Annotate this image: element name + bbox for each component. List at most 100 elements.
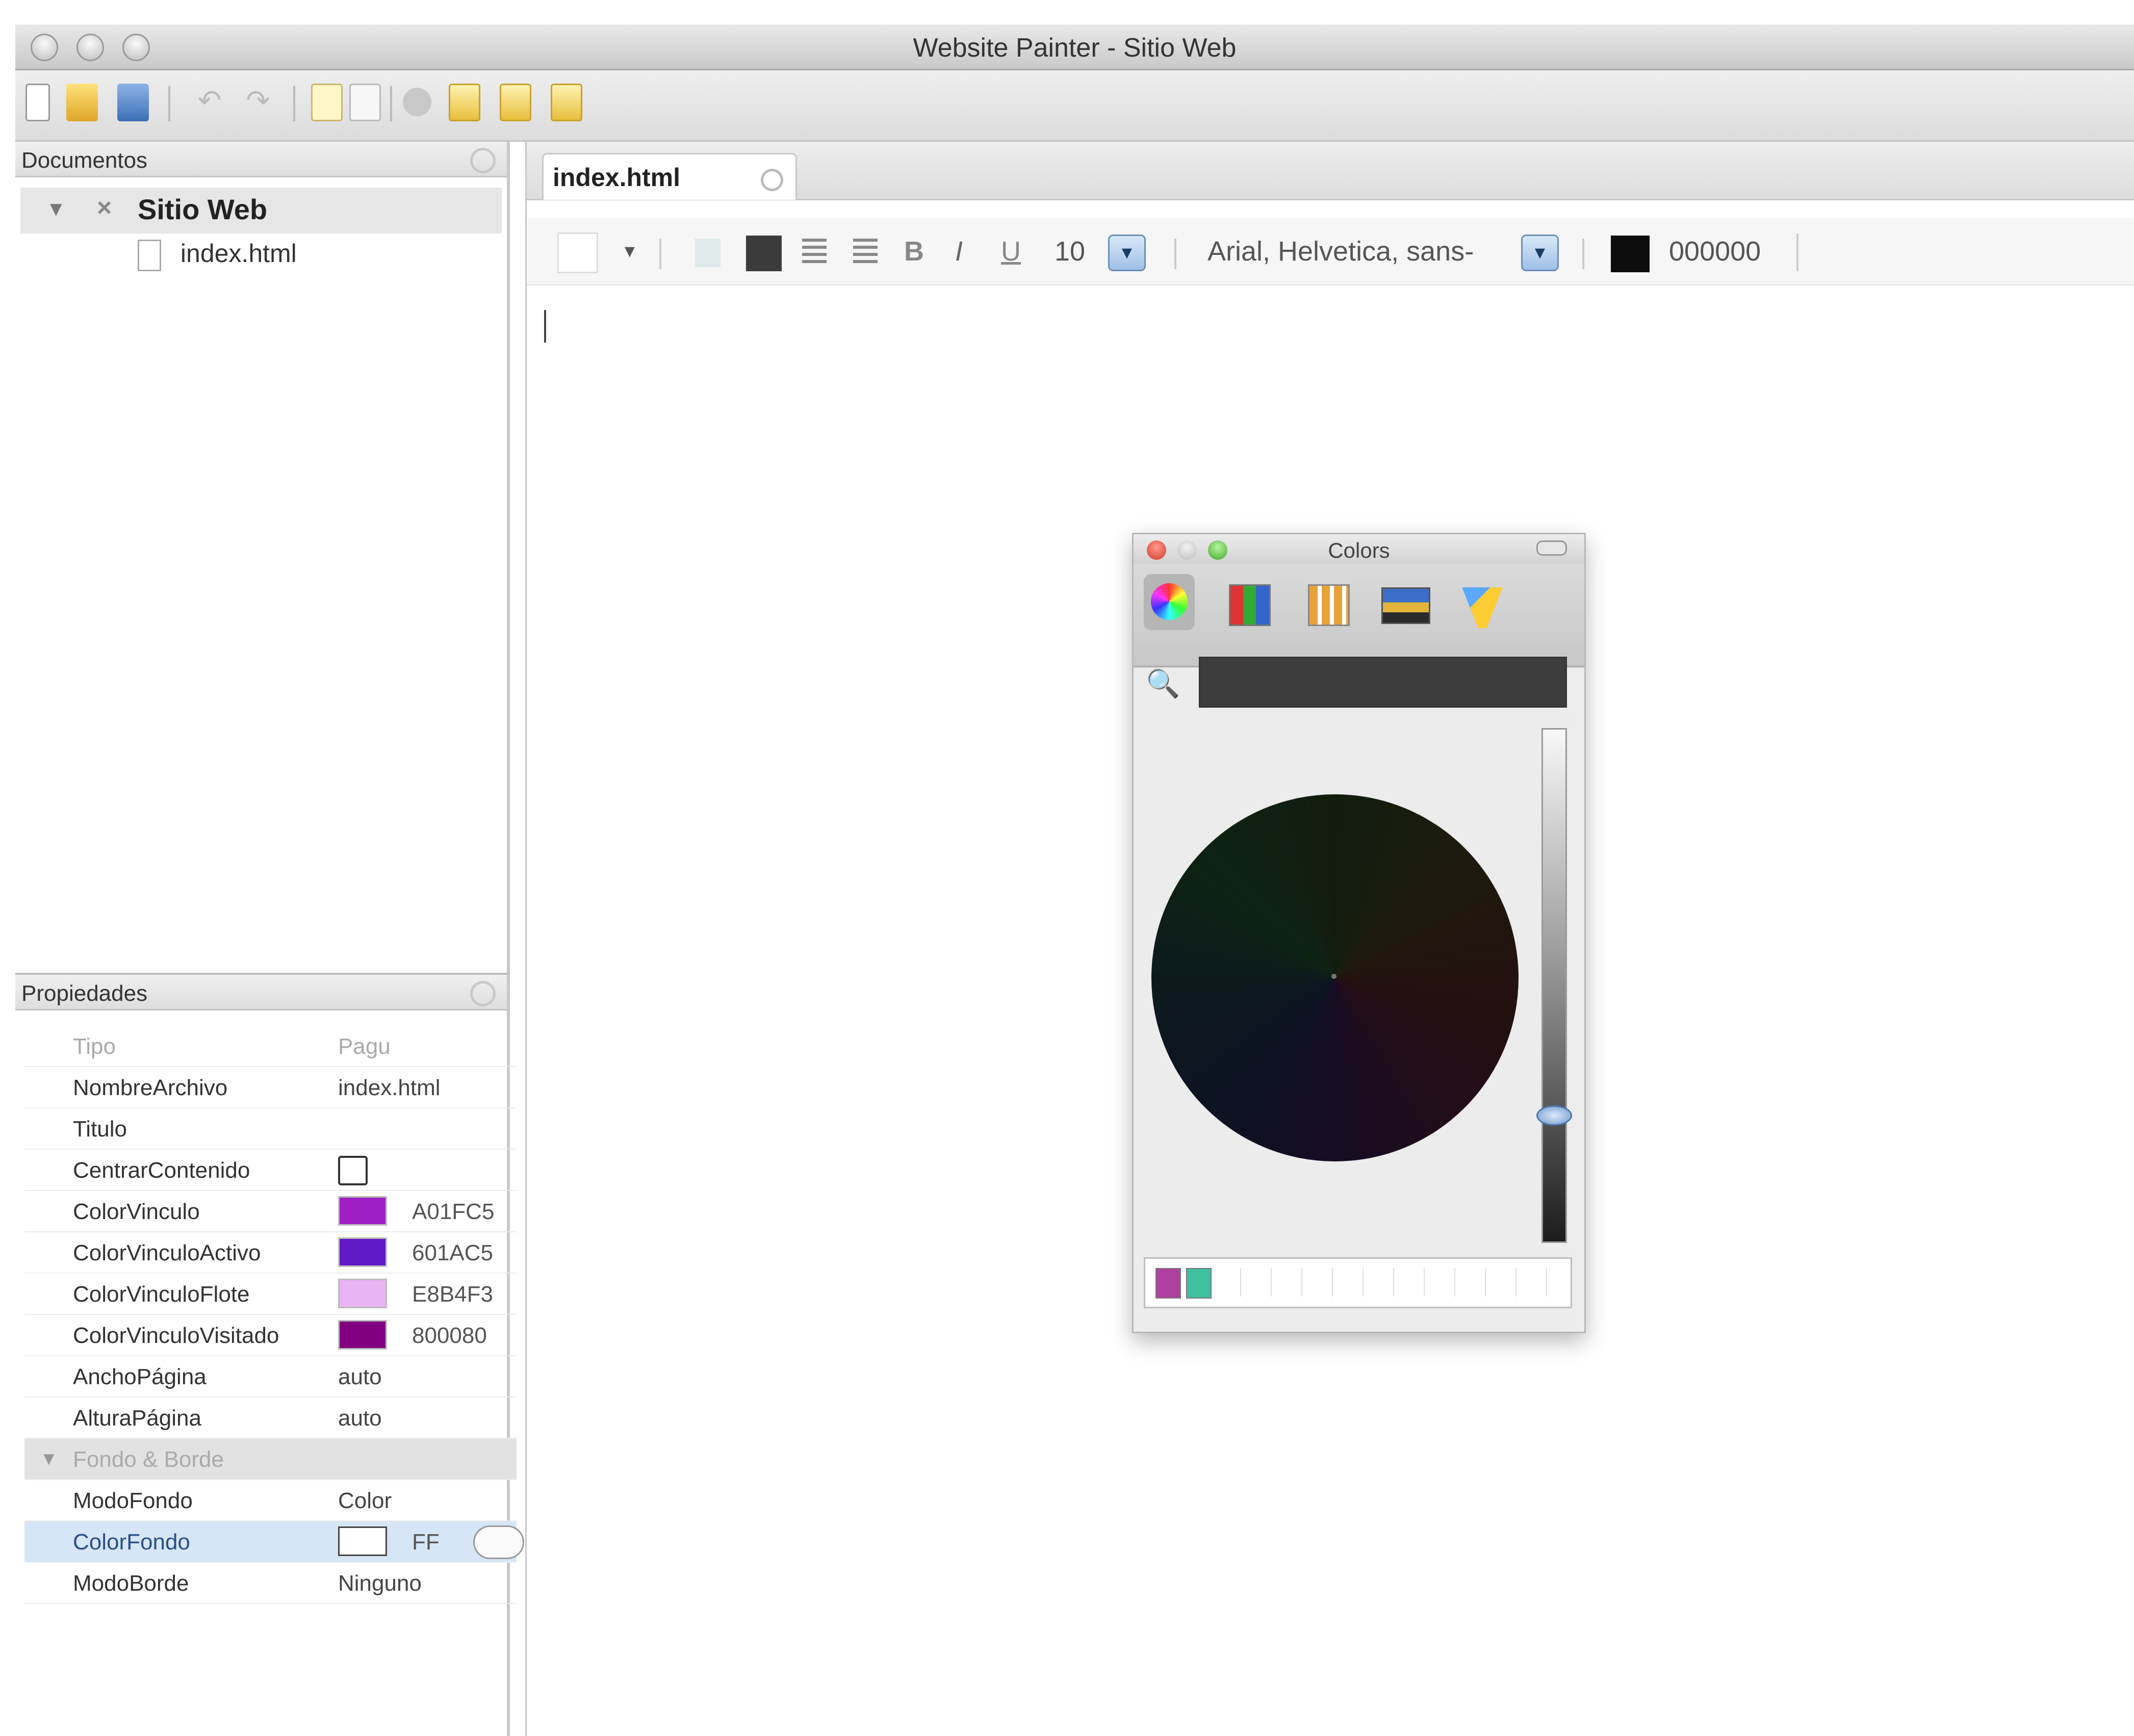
font-size-dropdown-icon[interactable]: ▼ <box>1108 235 1146 271</box>
upload-icon[interactable] <box>500 84 531 121</box>
property-row[interactable]: ColorVinculoActivo 601AC5 <box>24 1232 517 1274</box>
crayons-tab-icon[interactable] <box>1455 574 1506 630</box>
tree-item-site[interactable]: ▼ × Sitio Web <box>20 188 502 234</box>
properties-table: Tipo Pagu NombreArchivo index.html Titul… <box>24 1026 524 1604</box>
empty-swatch-slot[interactable] <box>1492 1268 1516 1297</box>
text-color-hex[interactable]: 000000 <box>1669 236 1761 267</box>
undo-icon[interactable]: ↶ <box>194 84 225 121</box>
property-row[interactable]: NombreArchivo index.html <box>24 1067 517 1108</box>
window-titlebar: Website Painter - Sitio Web <box>15 24 2134 70</box>
color-swatch[interactable] <box>338 1320 387 1350</box>
publish-icon[interactable] <box>449 84 480 121</box>
property-value[interactable]: Ninguno <box>338 1571 422 1596</box>
redo-icon[interactable]: ↷ <box>242 84 274 121</box>
tree-item-file-label: index.html <box>180 239 297 268</box>
color-palettes-tab-icon[interactable] <box>1302 574 1353 630</box>
property-value[interactable]: Color <box>338 1488 392 1514</box>
text-color-swatch[interactable] <box>1611 236 1650 272</box>
site-icon: × <box>97 193 112 222</box>
align-justify-icon[interactable] <box>746 236 782 271</box>
color-swatch[interactable] <box>338 1279 387 1308</box>
bold-icon[interactable]: B <box>904 236 924 267</box>
property-value[interactable]: auto <box>338 1406 382 1431</box>
color-sliders-tab-icon[interactable] <box>1223 574 1274 630</box>
underline-icon[interactable]: U <box>1001 236 1021 267</box>
property-value: Pagu <box>338 1034 391 1059</box>
font-size-value[interactable]: 10 <box>1055 236 1085 267</box>
chevron-down-icon[interactable]: ▼ <box>621 242 638 262</box>
settings-icon[interactable] <box>403 88 431 116</box>
saved-swatch[interactable] <box>1186 1268 1212 1299</box>
empty-swatch-slot[interactable] <box>1431 1268 1455 1297</box>
document-tab-bar: index.html <box>527 142 2134 200</box>
save-icon[interactable] <box>117 84 149 121</box>
paragraph-style-dropdown[interactable] <box>557 232 598 273</box>
property-row[interactable]: AlturaPágina auto <box>24 1397 517 1439</box>
property-section-header[interactable]: ▼ Fondo & Borde <box>24 1439 517 1480</box>
property-key: AnchoPágina <box>73 1364 207 1389</box>
align-left-icon[interactable] <box>695 239 721 267</box>
empty-swatch-slot[interactable] <box>1217 1268 1241 1297</box>
magnifier-icon[interactable]: 🔍 <box>1146 668 1180 700</box>
property-value[interactable]: index.html <box>338 1075 441 1101</box>
close-tab-icon[interactable] <box>761 169 783 191</box>
property-value: FF <box>412 1530 440 1554</box>
property-row[interactable]: ModoBorde Ninguno <box>24 1563 517 1604</box>
color-picker-button[interactable] <box>473 1525 524 1559</box>
properties-gear-icon[interactable] <box>470 981 496 1006</box>
empty-swatch-slot[interactable] <box>1370 1268 1394 1297</box>
new-document-icon[interactable] <box>25 84 50 121</box>
italic-icon[interactable]: I <box>955 236 963 267</box>
documents-gear-icon[interactable] <box>470 148 496 173</box>
empty-swatch-slot[interactable] <box>1400 1268 1425 1297</box>
property-row[interactable]: AnchoPágina auto <box>24 1356 517 1397</box>
property-row[interactable]: Titulo <box>24 1108 517 1150</box>
property-row[interactable]: ModoFondo Color <box>24 1480 517 1521</box>
disclosure-triangle-icon[interactable]: ▼ <box>40 1448 58 1469</box>
image-palettes-tab-icon[interactable] <box>1378 574 1430 630</box>
saved-swatch[interactable] <box>1155 1268 1181 1299</box>
property-value: E8B4F3 <box>412 1282 493 1307</box>
empty-swatch-slot[interactable] <box>1308 1268 1333 1297</box>
color-wheel-tab-icon[interactable] <box>1144 574 1195 630</box>
color-swatch[interactable] <box>338 1526 387 1556</box>
toolbar-toggle-button[interactable] <box>1536 540 1567 556</box>
preview-icon[interactable] <box>551 84 582 121</box>
property-key: ModoFondo <box>73 1488 193 1513</box>
brightness-slider-thumb[interactable] <box>1536 1105 1572 1126</box>
empty-swatch-slot[interactable] <box>1339 1268 1364 1297</box>
center-content-checkbox[interactable] <box>338 1156 368 1185</box>
empty-swatch-slot[interactable] <box>1461 1268 1486 1297</box>
font-family-value[interactable]: Arial, Helvetica, sans- <box>1207 236 1474 267</box>
color-swatch[interactable] <box>338 1196 387 1226</box>
font-family-dropdown-icon[interactable]: ▼ <box>1521 235 1559 271</box>
tree-item-file[interactable]: index.html <box>138 239 297 279</box>
property-value: 800080 <box>412 1323 487 1348</box>
brightness-slider[interactable] <box>1541 728 1567 1243</box>
paste-icon[interactable] <box>311 84 343 121</box>
align-right-icon[interactable] <box>853 239 878 267</box>
color-swatch[interactable] <box>338 1237 387 1267</box>
open-folder-icon[interactable] <box>66 84 98 121</box>
tab-index-html[interactable]: index.html <box>542 153 797 200</box>
property-row[interactable]: CentrarContenido <box>24 1150 517 1191</box>
empty-swatch-slot[interactable] <box>1278 1268 1302 1297</box>
property-row[interactable]: ColorVinculoVisitado 800080 <box>24 1315 517 1356</box>
empty-swatch-slot[interactable] <box>1247 1268 1272 1297</box>
color-wheel-cursor[interactable] <box>1331 974 1336 979</box>
copy-icon[interactable] <box>349 84 381 121</box>
property-row[interactable]: ColorVinculo A01FC5 <box>24 1191 517 1232</box>
align-center-icon[interactable] <box>802 239 827 267</box>
color-swatch-tray[interactable] <box>1144 1257 1572 1308</box>
property-row-selected[interactable]: ColorFondo FF <box>24 1521 524 1563</box>
documents-panel-title: Documentos <box>21 148 148 173</box>
colors-panel: Colors 🔍 <box>1132 533 1586 1333</box>
property-row[interactable]: ColorVinculoFlote E8B4F3 <box>24 1274 517 1315</box>
empty-swatch-slot[interactable] <box>1523 1268 1547 1297</box>
disclosure-triangle-icon[interactable]: ▼ <box>46 198 66 221</box>
property-key: ColorVinculoFlote <box>73 1282 250 1307</box>
property-section-label: Fondo & Borde <box>73 1447 224 1472</box>
properties-panel-header: Propiedades <box>15 975 507 1010</box>
color-search-field[interactable] <box>1199 657 1567 708</box>
property-value[interactable]: auto <box>338 1364 382 1390</box>
